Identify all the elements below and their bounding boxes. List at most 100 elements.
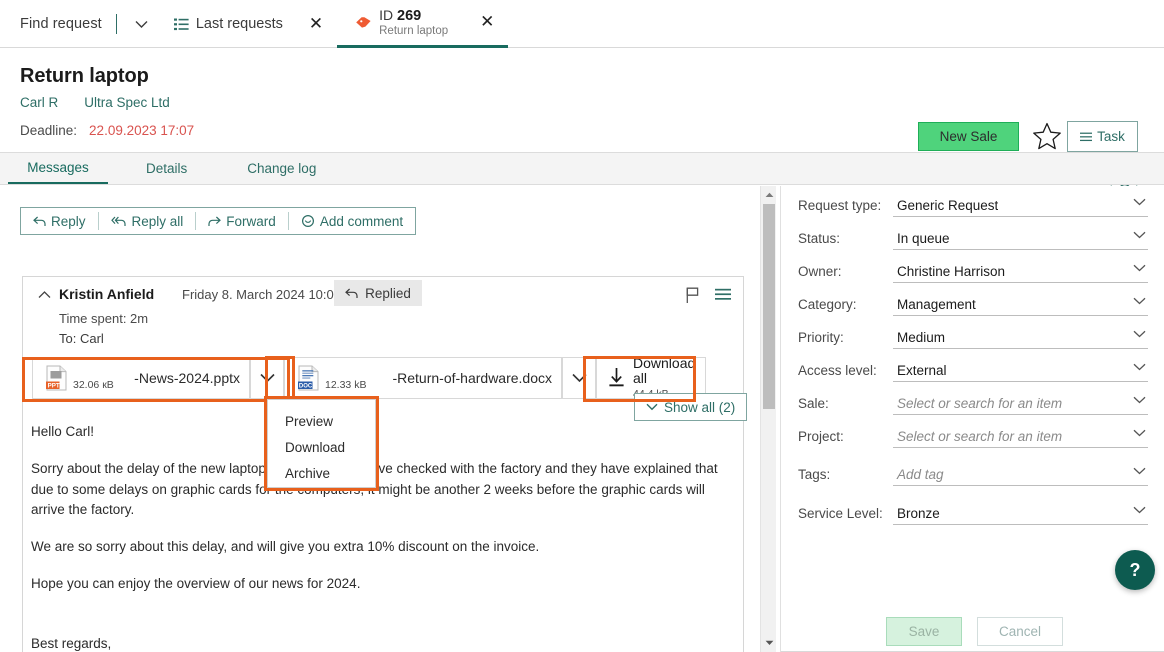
chevron-down-icon[interactable]: [1133, 396, 1146, 404]
messages-pane: Reply Reply all Forward Add comment Kris…: [0, 186, 756, 652]
menu-item-archive[interactable]: Archive: [268, 460, 375, 486]
show-all-button[interactable]: Show all (2): [634, 393, 748, 421]
ppt-file-icon: PPT: [46, 365, 68, 391]
cancel-button[interactable]: Cancel: [977, 617, 1063, 646]
message-header: Kristin Anfield Friday 8. March 2024 10:…: [23, 277, 743, 349]
chevron-down-icon[interactable]: [1133, 198, 1146, 206]
field-priority[interactable]: Priority: Medium: [798, 324, 1148, 349]
find-request-label: Find request: [20, 16, 102, 32]
app-window: Find request Last requests ✕ ID 269 Retu…: [0, 0, 1164, 652]
chevron-down-icon: [571, 373, 587, 383]
attachment-2-menu-toggle[interactable]: [562, 357, 596, 399]
tab-id-prefix: ID: [379, 6, 394, 23]
favorite-star-button[interactable]: [1031, 120, 1063, 152]
tab-last-requests-label: Last requests: [195, 16, 283, 32]
tab-change-log[interactable]: Change log: [231, 152, 332, 184]
message-menu-icon[interactable]: [715, 288, 731, 301]
message-signoff: Best regards,: [31, 635, 112, 651]
find-request-separator: [115, 14, 117, 34]
message-toolbar: Reply Reply all Forward Add comment: [20, 207, 417, 235]
field-request-type[interactable]: Request type: Generic Request: [798, 192, 1148, 217]
message-date: Friday 8. March 2024 10:04: [182, 287, 341, 302]
reply-icon: [345, 288, 358, 299]
chevron-down-icon[interactable]: [1133, 363, 1146, 371]
scrollbar-thumb[interactable]: [763, 204, 775, 409]
request-header: Return laptop Carl R Ultra Spec Ltd Dead…: [0, 49, 1164, 195]
attachment-1-menu-toggle[interactable]: [250, 357, 284, 399]
close-icon[interactable]: ✕: [309, 15, 323, 33]
download-all-label: Download all: [633, 354, 696, 386]
attachment-item-2[interactable]: DOCX 12.33 kB -Return-of-hardware.docx: [284, 357, 562, 399]
hamburger-icon: [1080, 132, 1093, 142]
chevron-down-icon[interactable]: [127, 20, 156, 29]
ticket-icon: [355, 15, 372, 30]
tab-request-269[interactable]: ID 269 Return laptop ✕: [337, 0, 509, 48]
field-project[interactable]: Project: Select or search for an item: [798, 423, 1148, 448]
chevron-down-icon[interactable]: [1133, 264, 1146, 272]
scroll-up-icon[interactable]: [761, 186, 777, 203]
field-value: In queue: [897, 230, 950, 246]
chevron-down-icon[interactable]: [1133, 467, 1146, 475]
tab-messages[interactable]: Messages: [8, 152, 108, 184]
field-category[interactable]: Category: Management: [798, 291, 1148, 316]
add-comment-button[interactable]: Add comment: [289, 208, 415, 234]
chevron-down-icon[interactable]: [1133, 297, 1146, 305]
contact-link[interactable]: Carl R: [20, 95, 58, 110]
page-tabs: Messages Details Change log: [0, 153, 1164, 185]
chevron-down-icon[interactable]: [1133, 231, 1146, 239]
reply-button[interactable]: Reply: [21, 208, 98, 234]
reply-all-button[interactable]: Reply all: [99, 208, 196, 234]
company-link[interactable]: Ultra Spec Ltd: [84, 95, 170, 110]
message-body: Hello Carl! Sorry about the delay of the…: [31, 422, 731, 652]
menu-item-preview[interactable]: Preview: [268, 408, 375, 434]
svg-text:DOCX: DOCX: [299, 383, 316, 389]
field-label: Priority:: [798, 330, 844, 345]
field-value: Select or search for an item: [897, 428, 1063, 444]
tab-last-requests[interactable]: Last requests ✕: [156, 0, 337, 48]
chevron-down-icon[interactable]: [1133, 330, 1146, 338]
field-value: Add tag: [897, 466, 944, 482]
attachment-size-2: 12.33 kB: [325, 379, 367, 391]
tab-id-line: ID 269: [379, 7, 448, 25]
flag-icon[interactable]: [686, 287, 700, 304]
reply-icon: [33, 216, 46, 227]
reply-all-label: Reply all: [131, 213, 184, 229]
save-button[interactable]: Save: [886, 617, 962, 646]
tab-details[interactable]: Details: [130, 152, 203, 184]
reply-all-icon: [110, 216, 127, 227]
message-paragraph-1: Hello Carl!: [31, 424, 95, 439]
new-sale-button[interactable]: New Sale: [918, 122, 1019, 151]
close-icon[interactable]: ✕: [480, 14, 494, 31]
details-panel: Request type: Generic Request Status: In…: [781, 186, 1164, 652]
chevron-down-icon[interactable]: [1133, 429, 1146, 437]
find-request-control[interactable]: Find request: [0, 0, 156, 48]
list-icon: [173, 18, 189, 31]
field-sale[interactable]: Sale: Select or search for an item: [798, 390, 1148, 415]
messages-scrollbar[interactable]: [760, 186, 776, 652]
field-value: Generic Request: [897, 197, 999, 213]
docx-file-icon: DOCX: [298, 365, 320, 391]
star-icon: [1032, 122, 1062, 151]
field-status[interactable]: Status: In queue: [798, 225, 1148, 250]
attachment-item-1[interactable]: PPT 32.06 кB -News-2024.pptx: [32, 357, 250, 399]
message-recipient: To: Carl: [59, 331, 104, 346]
chevron-down-icon: [646, 403, 658, 411]
chevron-up-icon[interactable]: [38, 291, 51, 299]
menu-item-download[interactable]: Download: [268, 434, 375, 460]
field-label: Tags:: [798, 467, 831, 482]
attachment-context-menu: Preview Download Archive: [267, 399, 376, 488]
help-button[interactable]: ?: [1115, 550, 1155, 590]
scroll-down-icon[interactable]: [761, 634, 777, 651]
deadline-row: Deadline: 22.09.2023 17:07: [20, 123, 194, 138]
chevron-down-icon: [259, 373, 275, 383]
task-button[interactable]: Task: [1067, 121, 1138, 152]
field-tags[interactable]: Tags: Add tag: [798, 461, 1148, 486]
add-comment-label: Add comment: [319, 213, 404, 229]
field-owner[interactable]: Owner: Christine Harrison: [798, 258, 1148, 283]
chevron-down-icon[interactable]: [1133, 506, 1146, 514]
field-service-level[interactable]: Service Level: Bronze: [798, 500, 1148, 525]
field-access-level[interactable]: Access level: External: [798, 357, 1148, 382]
field-label: Owner:: [798, 264, 842, 279]
forward-button[interactable]: Forward: [196, 208, 288, 234]
forward-icon: [208, 216, 222, 227]
